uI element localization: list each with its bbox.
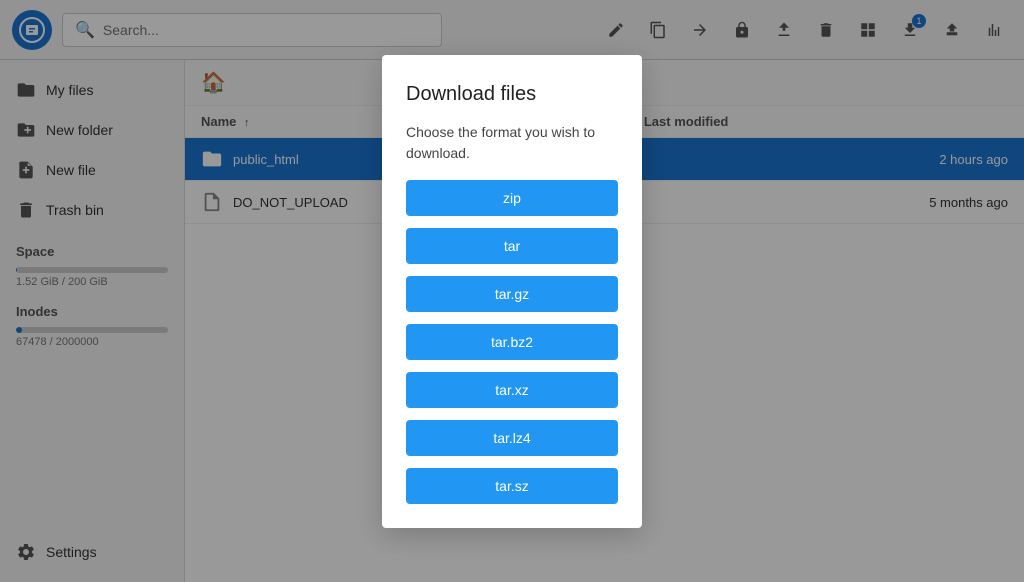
modal-title: Download files <box>406 83 618 106</box>
format-tar-button[interactable]: tar <box>406 228 618 264</box>
format-tar-lz4-button[interactable]: tar.lz4 <box>406 420 618 456</box>
format-tar-xz-button[interactable]: tar.xz <box>406 372 618 408</box>
format-tar-sz-button[interactable]: tar.sz <box>406 468 618 504</box>
modal-description: Choose the format you wish to download. <box>406 122 618 164</box>
format-tar-gz-button[interactable]: tar.gz <box>406 276 618 312</box>
format-tar-bz2-button[interactable]: tar.bz2 <box>406 324 618 360</box>
download-modal: Download files Choose the format you wis… <box>382 55 642 528</box>
format-zip-button[interactable]: zip <box>406 180 618 216</box>
modal-overlay[interactable]: Download files Choose the format you wis… <box>0 0 1024 582</box>
